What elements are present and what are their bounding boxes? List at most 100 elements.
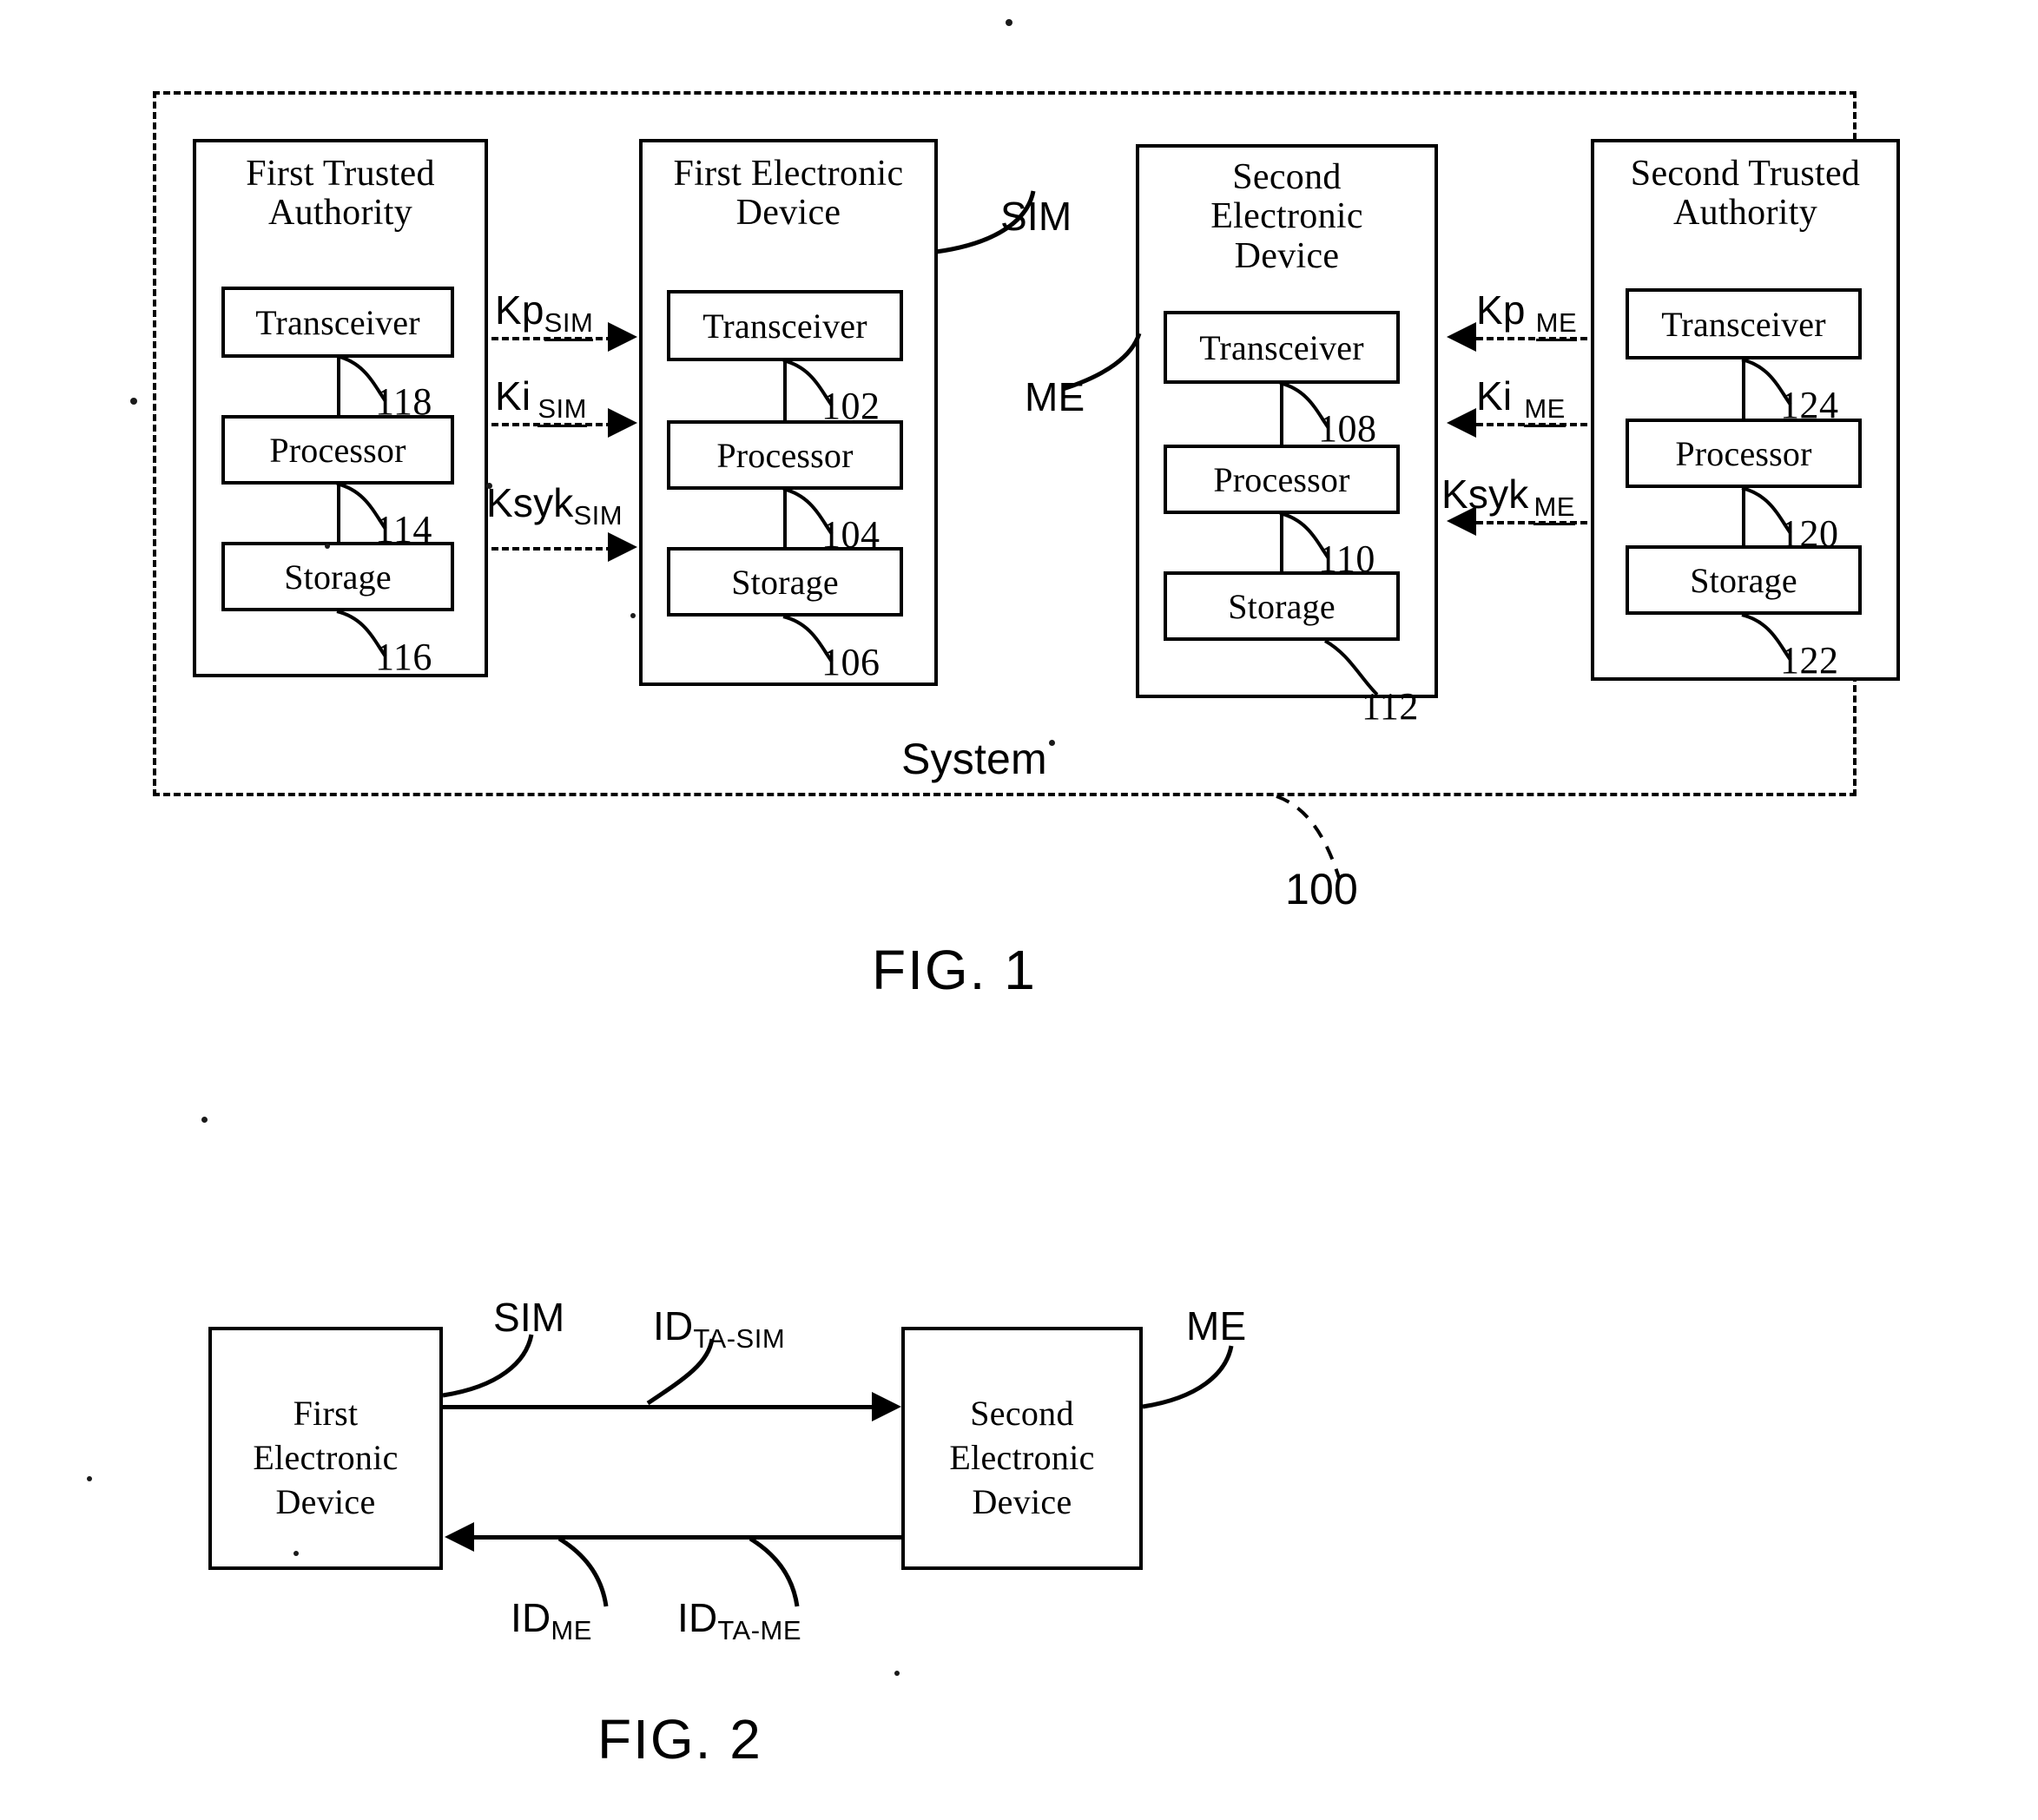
- component-label: Transceiver: [702, 306, 867, 346]
- component-label: Transceiver: [1199, 327, 1364, 367]
- fig2-message-label-id-me: IDME: [511, 1594, 592, 1645]
- component-label: Processor: [269, 430, 406, 470]
- signal-label-ki-me: Ki ME: [1476, 373, 1566, 427]
- scan-speck: [87, 1476, 92, 1481]
- message-sub: TA-ME: [717, 1615, 802, 1645]
- signal-label-ksyk-me: Ksyk ME: [1441, 471, 1575, 525]
- signal-sub: ME: [1535, 307, 1578, 341]
- scan-speck: [293, 1551, 299, 1556]
- component-processor-110: Processor: [1164, 445, 1400, 514]
- signal-base: Ksyk: [486, 480, 574, 525]
- entity-title-second-electronic-device: Second Electronic Device: [1210, 157, 1363, 276]
- component-transceiver-118: Transceiver: [221, 287, 454, 358]
- ref-number-124: 124: [1780, 384, 1839, 426]
- signal-label-ki-sim: Ki SIM: [495, 373, 587, 427]
- signal-label-kp-sim: KpSIM: [495, 287, 594, 341]
- message-sub: TA-SIM: [693, 1323, 786, 1354]
- ref-number-120: 120: [1780, 512, 1839, 555]
- signal-base: Ki: [495, 373, 531, 419]
- fig2-second-electronic-device: Second Electronic Device: [901, 1327, 1143, 1570]
- callout-label-sim-fig1: SIM: [1000, 194, 1072, 239]
- fig2-message-line-bottom: [474, 1535, 905, 1540]
- message-base: ID: [511, 1595, 551, 1640]
- signal-sub: SIM: [573, 500, 623, 531]
- signal-arrow-ki-me: [1447, 408, 1476, 438]
- component-label: Processor: [1675, 433, 1812, 473]
- signal-base: Ksyk: [1441, 471, 1529, 517]
- entity-title-first-electronic-device: First Electronic Device: [673, 154, 904, 234]
- component-label: Storage: [1690, 560, 1797, 600]
- signal-arrow-ki-sim: [608, 408, 637, 438]
- message-base: ID: [653, 1303, 694, 1349]
- ref-number-110: 110: [1318, 537, 1375, 580]
- fig2-callout-hook-me: [1142, 1345, 1234, 1409]
- figure-2-caption: FIG. 2: [597, 1708, 762, 1771]
- scan-speck: [325, 544, 330, 549]
- component-label: Transceiver: [1661, 304, 1826, 344]
- component-storage-122: Storage: [1626, 545, 1862, 615]
- component-storage-112: Storage: [1164, 571, 1400, 641]
- signal-base: Kp: [495, 287, 544, 333]
- fig2-message-arrow-bottom: [445, 1522, 474, 1552]
- component-transceiver-102: Transceiver: [667, 290, 903, 361]
- fig2-callout-hook-sim: [442, 1334, 534, 1398]
- signal-sub: ME: [1533, 491, 1575, 525]
- component-transceiver-124: Transceiver: [1626, 288, 1862, 359]
- signal-sub: SIM: [544, 307, 594, 341]
- ref-number-106: 106: [821, 641, 880, 683]
- signal-arrow-kp-sim: [608, 322, 637, 352]
- scan-speck: [130, 398, 137, 405]
- fig2-first-electronic-device-label: First Electronic Device: [253, 1394, 399, 1522]
- ref-number-114: 114: [375, 508, 432, 551]
- figure-1-caption: FIG. 1: [872, 939, 1037, 1001]
- component-label: Transceiver: [255, 302, 420, 342]
- fig2-first-electronic-device: First Electronic Device: [208, 1327, 443, 1570]
- entity-title-first-trusted-authority: First Trusted Authority: [246, 154, 435, 234]
- ref-number-118: 118: [375, 380, 432, 423]
- scan-speck: [486, 483, 492, 489]
- signal-arrow-ksyk-sim: [608, 532, 637, 562]
- signal-sub: ME: [1524, 393, 1566, 427]
- component-processor-104: Processor: [667, 420, 903, 490]
- signal-base: Kp: [1476, 287, 1526, 333]
- component-label: Storage: [731, 562, 839, 602]
- scan-speck: [894, 1671, 900, 1676]
- signal-label-ksyk-sim: KsykSIM: [486, 479, 623, 531]
- scan-speck: [1006, 19, 1012, 26]
- system-label: System: [901, 735, 1047, 783]
- scan-speck: [201, 1117, 208, 1123]
- component-label: Processor: [716, 435, 854, 475]
- ref-number-104: 104: [821, 513, 880, 556]
- ref-number-112: 112: [1362, 685, 1419, 728]
- message-base: ID: [677, 1595, 718, 1640]
- fig2-message-label-id-ta-me: IDTA-ME: [677, 1594, 801, 1645]
- fig2-callout-label-me: ME: [1186, 1303, 1247, 1349]
- component-label: Storage: [1228, 586, 1336, 626]
- fig2-message-label-id-ta-sim: IDTA-SIM: [653, 1302, 785, 1354]
- ref-number-102: 102: [821, 385, 880, 427]
- signal-arrow-kp-me: [1447, 322, 1476, 352]
- component-label: Storage: [284, 557, 392, 597]
- ref-number-108: 108: [1318, 407, 1377, 450]
- component-processor-114: Processor: [221, 415, 454, 485]
- signal-sub: SIM: [538, 393, 587, 427]
- fig2-message-arrow-top: [872, 1392, 901, 1421]
- signal-base: Ki: [1476, 373, 1513, 419]
- entity-title-second-trusted-authority: Second Trusted Authority: [1630, 154, 1861, 234]
- signal-line-ksyk-sim: [491, 547, 613, 551]
- callout-label-me-fig1: ME: [1025, 374, 1085, 419]
- fig2-second-electronic-device-label: Second Electronic Device: [949, 1394, 1095, 1522]
- component-transceiver-108: Transceiver: [1164, 311, 1400, 384]
- ref-number-116: 116: [375, 636, 432, 678]
- patent-drawing-sheet: First Trusted Authority Transceiver Proc…: [0, 0, 2038, 1820]
- message-sub: ME: [551, 1615, 592, 1645]
- scan-speck: [1049, 740, 1055, 746]
- ref-number-122: 122: [1780, 639, 1839, 682]
- component-label: Processor: [1213, 459, 1350, 499]
- component-processor-120: Processor: [1626, 419, 1862, 488]
- component-storage-106: Storage: [667, 547, 903, 617]
- ref-number-100: 100: [1285, 865, 1359, 913]
- scan-speck: [630, 613, 636, 618]
- component-storage-116: Storage: [221, 542, 454, 611]
- fig2-callout-label-sim: SIM: [493, 1295, 565, 1340]
